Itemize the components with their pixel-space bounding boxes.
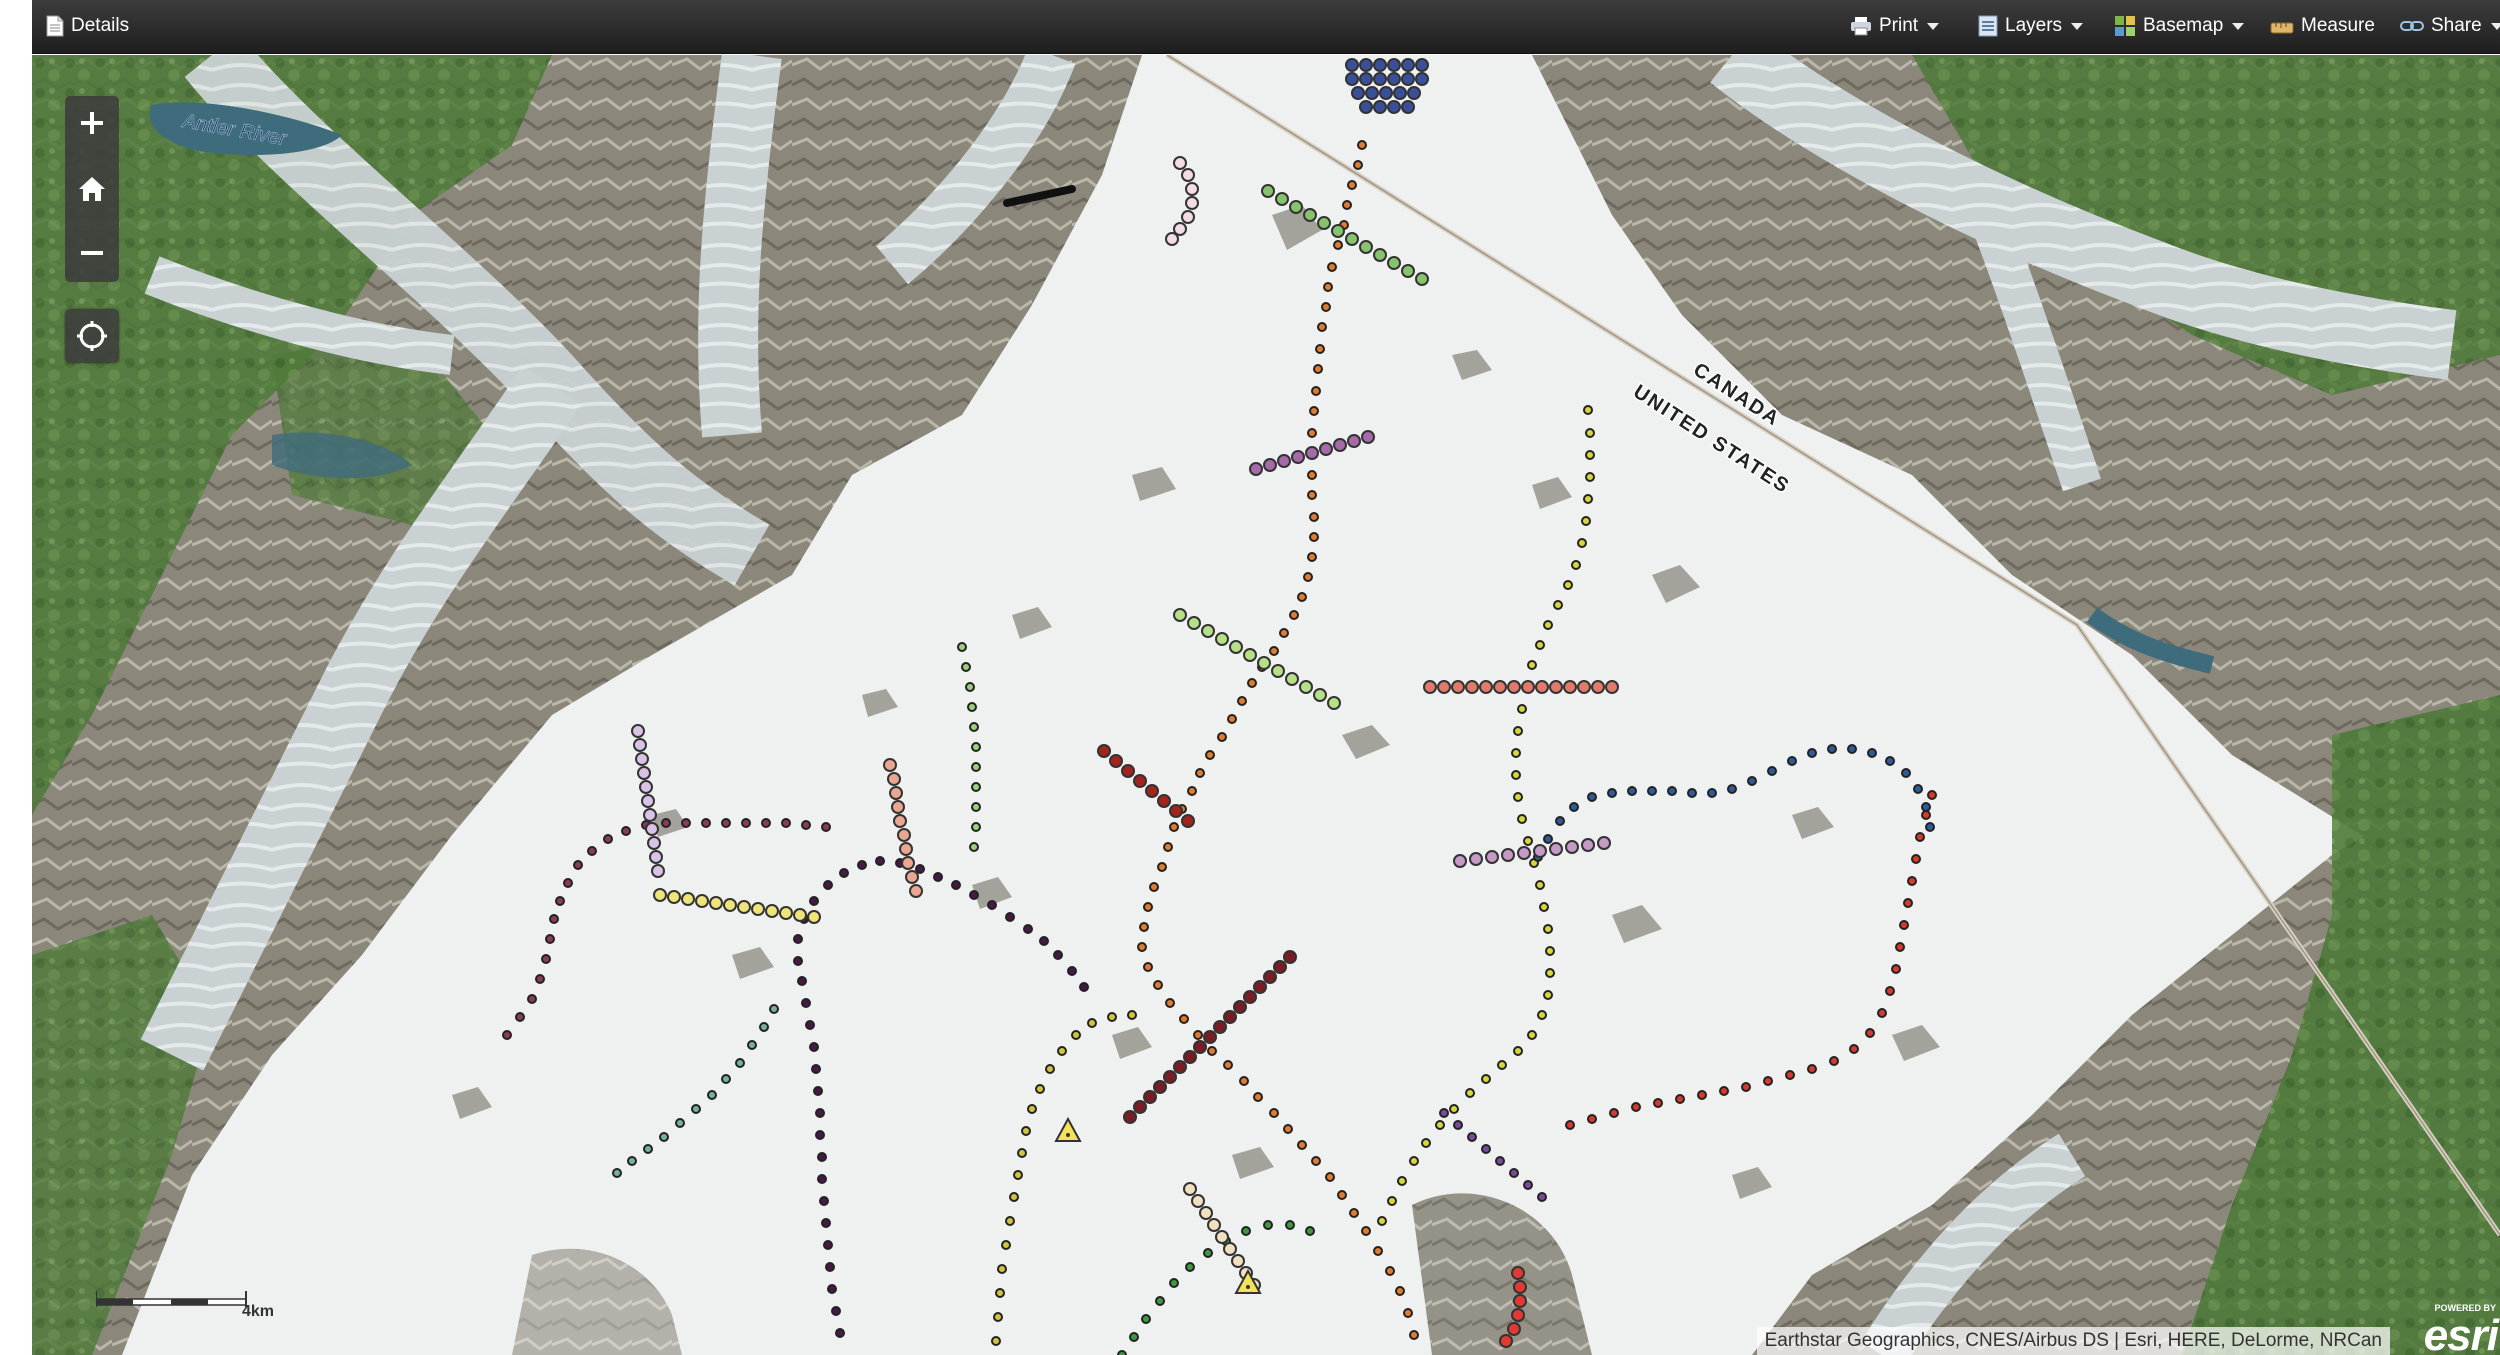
scale-label: 4km [242, 1303, 275, 1320]
zoom-controls [65, 96, 119, 282]
map-view[interactable]: Antler River CANADA UNITED STATES 4km Ea… [32, 55, 2500, 1355]
esri-logo[interactable]: POWERED BY esri [2404, 1303, 2500, 1355]
locate-button[interactable] [65, 309, 119, 363]
basemap-button[interactable]: Basemap [2114, 0, 2245, 52]
basemap-label: Basemap [2143, 15, 2224, 36]
chevron-down-icon [1927, 22, 1940, 30]
chevron-down-icon [2071, 22, 2084, 30]
print-button[interactable]: Print [1850, 0, 1940, 52]
details-button[interactable]: Details [46, 0, 129, 52]
attribution-text: Earthstar Geographics, CNES/Airbus DS | … [1756, 1327, 2390, 1355]
zoom-out-button[interactable] [65, 226, 119, 280]
printer-icon [1851, 17, 1871, 36]
home-icon [79, 177, 105, 201]
satellite-basemap: Antler River CANADA UNITED STATES [32, 55, 2500, 1355]
minus-icon [81, 251, 103, 255]
measure-label: Measure [2301, 15, 2375, 36]
home-button[interactable] [65, 162, 119, 216]
layers-button[interactable]: Layers [1978, 0, 2084, 52]
chevron-down-icon [2490, 22, 2500, 30]
link-icon [2400, 21, 2424, 31]
measure-icon [2270, 22, 2294, 34]
layers-label: Layers [2005, 15, 2063, 36]
plus-icon [81, 112, 103, 134]
esri-wordmark: esri [2423, 1311, 2499, 1355]
basemap-grid-icon [2115, 16, 2135, 36]
scale-bar [96, 1291, 247, 1307]
layers-icon [1978, 15, 1998, 37]
measure-button[interactable]: Measure [2270, 0, 2375, 52]
document-icon [46, 15, 64, 37]
share-label: Share [2431, 15, 2482, 36]
chevron-down-icon [2232, 22, 2245, 30]
locate-icon [77, 321, 107, 351]
details-label: Details [71, 15, 130, 36]
share-button[interactable]: Share [2400, 0, 2500, 52]
toolbar: Details Print Layers Basemap Measure Sha… [32, 0, 2500, 54]
print-label: Print [1879, 15, 1919, 36]
zoom-in-button[interactable] [65, 96, 119, 150]
